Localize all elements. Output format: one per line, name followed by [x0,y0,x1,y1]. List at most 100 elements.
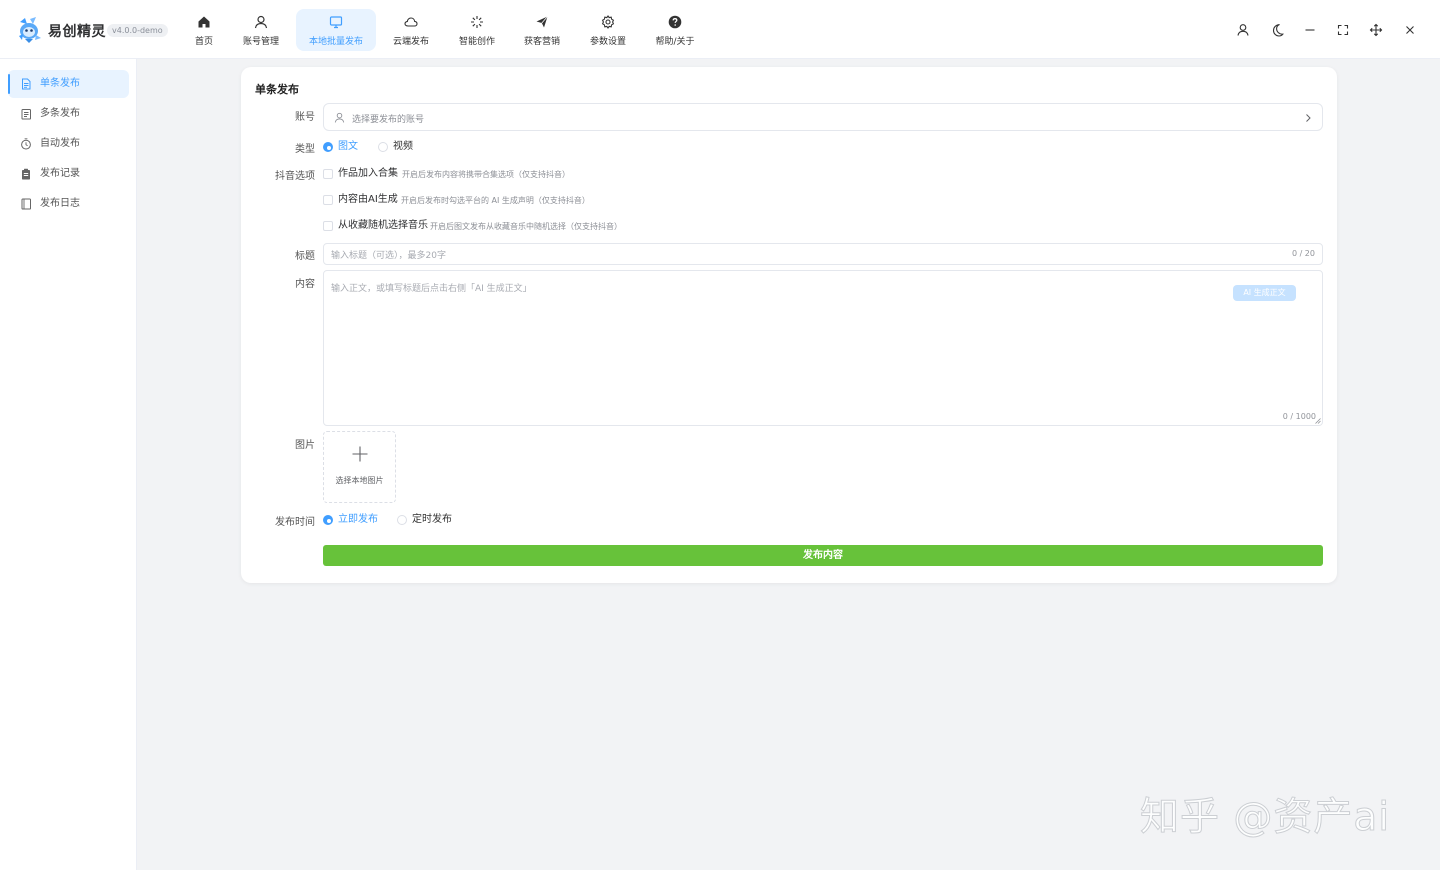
app-name: 易创精灵 [48,24,106,40]
publish-scheduled-radio[interactable]: 定时发布 [397,513,457,527]
sidebar-item-auto-publish[interactable]: 自动发布 [8,130,129,158]
window-controls [1234,21,1420,39]
nav-item-cloud-publish[interactable]: 云端发布 [388,9,434,51]
nav-label: 参数设置 [589,37,626,47]
resize-handle-icon[interactable] [1315,418,1321,424]
plus-icon [352,446,368,462]
watermark-text: 知乎 @资产ai [1139,795,1391,841]
top-bar: 易创精灵 v4.0.0-demo 首页 账号管理 本地批量发布 云端发布 智能创… [0,0,1440,59]
title-input[interactable]: 输入标题（可选），最多20字 0 / 20 [323,243,1323,265]
publish-content-button[interactable]: 发布内容 [323,545,1323,566]
content-char-counter: 0 / 1000 [1282,412,1316,421]
nav-label: 账号管理 [242,37,279,47]
sidebar-item-publish-records[interactable]: 发布记录 [8,160,129,188]
account-select[interactable]: 选择要发布的账号 [323,103,1323,131]
clipboard-icon [22,168,30,180]
image-upload-button[interactable]: 选择本地图片 [323,431,396,503]
sparkle-icon [471,16,483,28]
sidebar-item-label: 单条发布 [40,78,80,89]
fullscreen-icon[interactable] [1334,21,1352,39]
sidebar-item-label: 发布记录 [40,168,80,179]
checkbox-ai-generated[interactable]: 内容由AI生成 开启后发布时勾选平台的 AI 生成声明（仅支持抖音） [323,192,683,208]
sidebar-item-label: 发布日志 [40,198,80,209]
type-radio-image-text[interactable]: 图文 [323,140,363,154]
home-icon [198,16,210,28]
monitor-icon [329,16,343,29]
sidebar-item-single-publish[interactable]: 单条发布 [8,70,129,98]
checkbox-hint: 开启后图文发布从收藏音乐中随机选择（仅支持抖音） [430,222,622,231]
nav-label: 帮助/关于 [655,37,695,47]
content-label: 内容 [295,279,315,290]
move-icon[interactable] [1367,21,1385,39]
close-icon[interactable] [1401,21,1419,39]
document-icon [22,78,31,90]
title-char-counter: 0 / 20 [1291,249,1315,258]
nav-item-ai-create[interactable]: 智能创作 [454,9,500,51]
sidebar-item-label: 多条发布 [40,108,80,119]
checkbox-add-to-collection[interactable]: 作品加入合集 开启后发布内容将携带合集选项（仅支持抖音） [323,166,663,182]
ai-generate-button[interactable]: AI 生成正文 [1233,285,1296,301]
nav-label: 云端发布 [392,37,429,47]
title-placeholder: 输入标题（可选），最多20字 [331,251,446,261]
nav-item-accounts[interactable]: 账号管理 [238,9,284,51]
content-placeholder: 输入正文，或填写标题后点击右侧「AI 生成正文」 [331,284,532,294]
app-logo [19,17,41,43]
publish-now-radio[interactable]: 立即发布 [323,513,383,527]
upload-label: 选择本地图片 [335,476,384,485]
radio-dot [397,515,407,525]
nav-item-help[interactable]: 帮助/关于 [651,9,699,51]
cloud-icon [404,17,418,27]
send-icon [536,16,548,28]
minimize-icon[interactable] [1301,21,1319,39]
nav-item-settings[interactable]: 参数设置 [585,9,631,51]
content-textarea[interactable]: 输入正文，或填写标题后点击右侧「AI 生成正文」 AI 生成正文 0 / 100… [323,270,1323,426]
checkbox-box [323,169,333,179]
checkbox-box [323,221,333,231]
sidebar-item-multi-publish[interactable]: 多条发布 [8,100,129,128]
radio-label: 定时发布 [412,514,452,525]
nav-item-home[interactable]: 首页 [186,9,222,51]
radio-dot [323,142,333,152]
page-title: 单条发布 [255,83,299,96]
account-label: 账号 [295,112,315,123]
user-icon [334,112,345,123]
checkbox-label: 内容由AI生成 [338,194,398,205]
account-placeholder: 选择要发布的账号 [352,115,425,125]
radio-dot [323,515,333,525]
moon-icon[interactable] [1268,21,1286,39]
user-icon [254,15,268,29]
user-icon[interactable] [1234,21,1252,39]
radio-label: 图文 [338,141,358,152]
timer-icon [21,138,31,150]
nav-label: 首页 [194,37,213,47]
version-badge: v4.0.0-demo [107,24,168,37]
checkbox-box [323,195,333,205]
nav-label: 智能创作 [458,37,495,47]
checkbox-label: 从收藏随机选择音乐 [338,220,428,231]
radio-label: 视频 [393,141,413,152]
radio-label: 立即发布 [338,514,378,525]
checkbox-random-music[interactable]: 从收藏随机选择音乐 开启后图文发布从收藏音乐中随机选择（仅支持抖音） [323,218,723,234]
nav-item-local-batch-publish[interactable]: 本地批量发布 [296,9,376,51]
images-label: 图片 [295,440,315,451]
title-label: 标题 [295,251,315,262]
documents-icon [21,109,31,120]
type-radio-video[interactable]: 视频 [378,140,418,154]
nav-item-marketing[interactable]: 获客营销 [519,9,565,51]
checkbox-label: 作品加入合集 [338,168,398,179]
chevron-right-icon [1306,114,1311,122]
notebook-icon [21,198,31,210]
radio-dot [378,142,388,152]
help-icon [668,15,682,29]
douyin-options-label: 抖音选项 [275,171,315,182]
sidebar-item-label: 自动发布 [40,138,80,149]
sidebar: 单条发布 多条发布 自动发布 发布记录 发布日志 [0,59,137,870]
type-label: 类型 [295,144,315,155]
nav-label: 获客营销 [523,37,560,47]
sidebar-item-publish-logs[interactable]: 发布日志 [8,190,129,218]
checkbox-hint: 开启后发布时勾选平台的 AI 生成声明（仅支持抖音） [401,196,590,205]
nav-label: 本地批量发布 [308,37,363,47]
checkbox-hint: 开启后发布内容将携带合集选项（仅支持抖音） [402,170,570,179]
gear-icon [601,15,615,29]
publish-time-label: 发布时间 [275,517,315,528]
